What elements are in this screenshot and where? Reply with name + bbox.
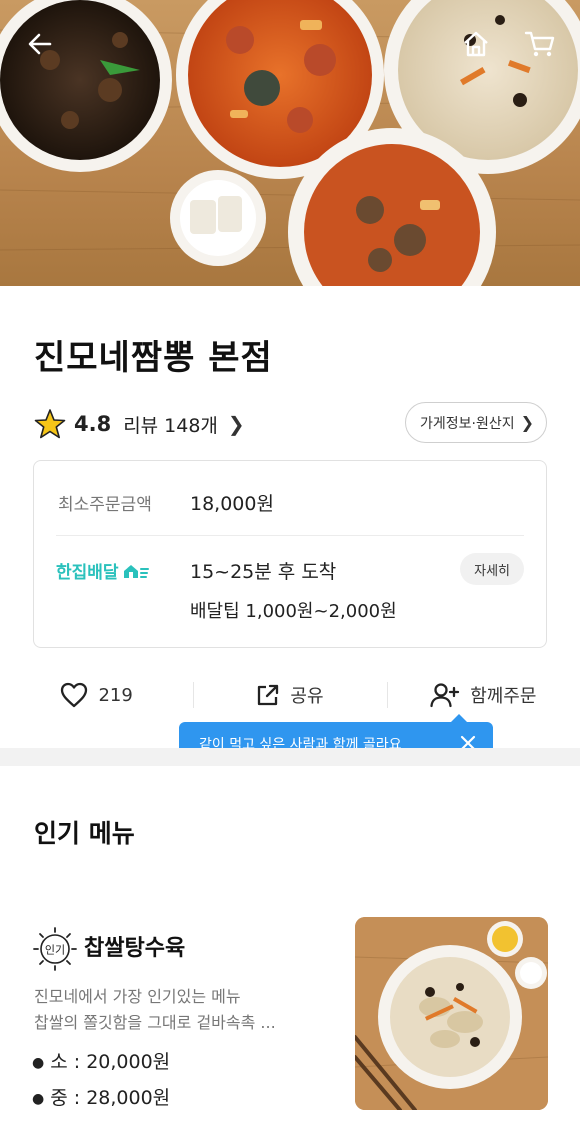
- cart-button[interactable]: [518, 22, 562, 66]
- delivery-tip: 배달팁 1,000원~2,000원: [190, 601, 397, 622]
- menu-item-image: [355, 917, 548, 1110]
- order-info-card: 최소주문금액 18,000원 한집배달 15~25분 후 도착 배달팁 1,00…: [33, 460, 547, 648]
- home-button[interactable]: [454, 22, 498, 66]
- menu-item-description: 진모네에서 가장 인기있는 메뉴 찹쌀의 쫄깃함을 그대로 겉바속촉 ...: [34, 984, 344, 1036]
- rating-review-link[interactable]: 4.8 리뷰 148개 ❯: [34, 404, 245, 444]
- home-icon: [464, 31, 488, 57]
- add-person-icon: [430, 683, 460, 708]
- store-hero-image: [0, 0, 580, 286]
- like-button[interactable]: 219: [0, 672, 193, 718]
- delivery-house-icon: [123, 564, 149, 578]
- menu-desc-line-2: 찹쌀의 쫄깃함을 그대로 겉바속촉 ...: [34, 1013, 276, 1032]
- price-value: 20,000원: [86, 1051, 171, 1073]
- price-size: 소: [50, 1051, 68, 1073]
- menu-price-row: ● 중 : 28,000원: [32, 1087, 171, 1109]
- cart-icon: [524, 31, 555, 57]
- popular-menu-title: 인기 메뉴: [34, 819, 135, 848]
- menu-price-row: ● 소 : 20,000원: [32, 1051, 171, 1073]
- min-order-value: 18,000원: [190, 493, 274, 515]
- delivery-detail-button[interactable]: 자세히: [460, 553, 524, 585]
- rating-value: 4.8: [74, 412, 112, 436]
- delivery-brand-text: 한집배달: [56, 563, 119, 583]
- star-icon: [34, 409, 66, 439]
- store-info-origin-button[interactable]: 가게정보·원산지 ❯: [404, 402, 547, 443]
- store-name: 진모네짬뽕 본점: [34, 338, 273, 378]
- share-icon: [258, 684, 279, 706]
- group-order-button[interactable]: 함께주문: [386, 672, 580, 718]
- delivery-time: 15~25분 후 도착: [190, 561, 337, 583]
- card-divider: [56, 535, 524, 536]
- share-label: 공유: [290, 686, 324, 707]
- menu-item-name: 찹쌀탕수육: [84, 936, 186, 961]
- bullet: ●: [32, 1054, 45, 1071]
- review-count: 148개: [164, 414, 218, 437]
- section-divider: [0, 748, 580, 766]
- store-info-origin-label: 가게정보·원산지: [419, 415, 515, 432]
- tangsuyuk-photo: [355, 917, 548, 1110]
- delivery-brand-logo: 한집배달: [56, 558, 190, 583]
- chevron-right-icon: ❯: [520, 413, 534, 432]
- min-order-label: 최소주문금액: [58, 495, 152, 515]
- back-button[interactable]: [18, 22, 62, 66]
- like-count: 219: [98, 684, 133, 706]
- store-actions-bar: 219 공유 함께주문: [0, 672, 580, 718]
- review-label: 리뷰: [123, 414, 159, 437]
- popular-badge-icon: 인기: [33, 927, 77, 971]
- group-order-label: 함께주문: [470, 686, 537, 707]
- arrow-left-icon: [28, 33, 52, 55]
- menu-desc-line-1: 진모네에서 가장 인기있는 메뉴: [34, 987, 241, 1006]
- chevron-right-icon: ❯: [227, 412, 245, 436]
- share-button[interactable]: 공유: [193, 672, 386, 718]
- popular-badge-text: 인기: [45, 944, 65, 957]
- menu-item[interactable]: 인기 찹쌀탕수육 진모네에서 가장 인기있는 메뉴 찹쌀의 쫄깃함을 그대로 겉…: [0, 916, 580, 1126]
- bullet: ●: [32, 1090, 45, 1107]
- heart-icon: [61, 682, 88, 708]
- price-value: 28,000원: [86, 1087, 171, 1109]
- price-size: 중: [50, 1087, 68, 1109]
